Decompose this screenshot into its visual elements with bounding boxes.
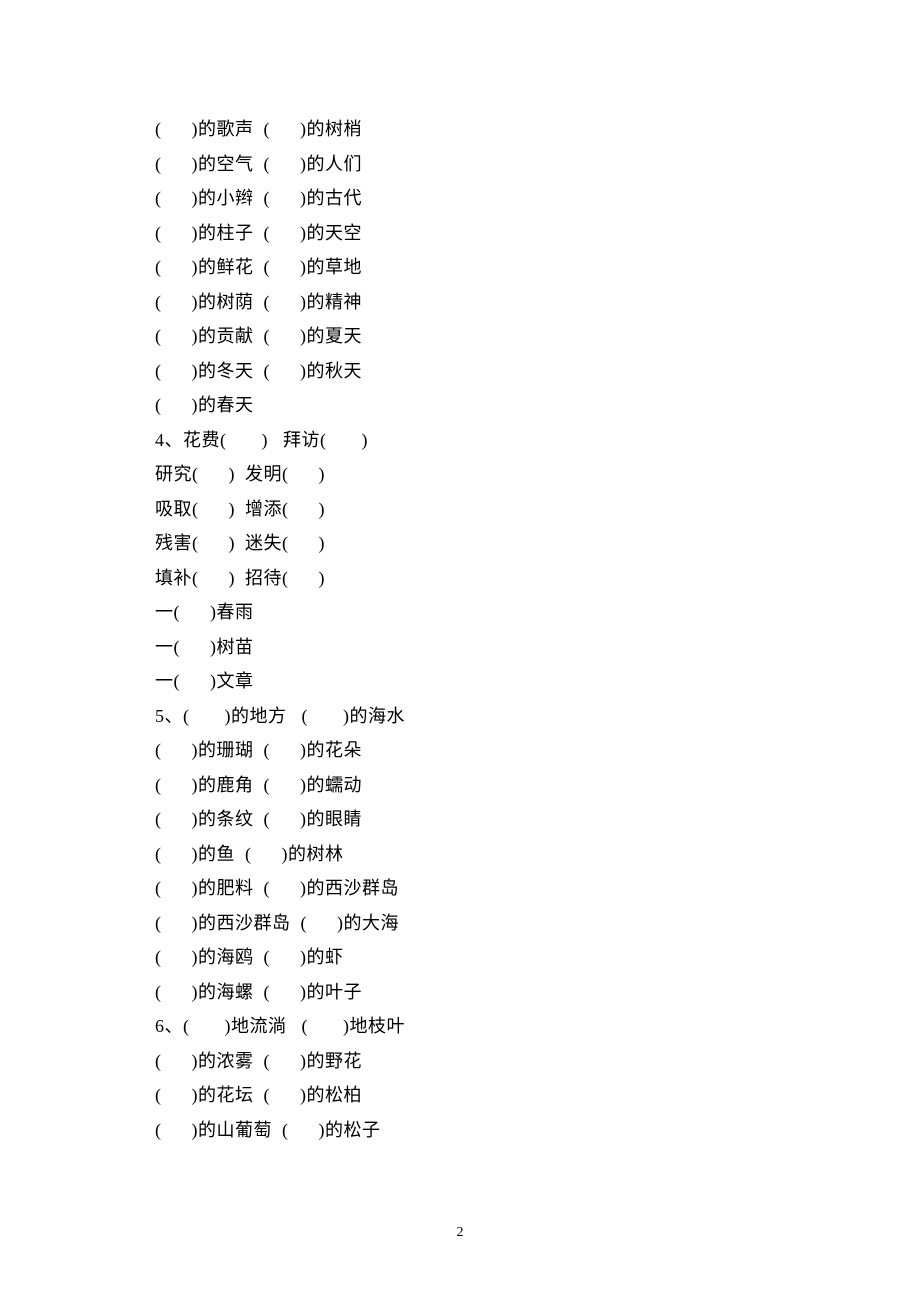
worksheet-content: ( )的歌声 ( )的树梢 ( )的空气 ( )的人们 ( )的小辫 ( )的古… [155,120,765,1155]
exercise-line: ( )的贡献 ( )的夏天 [155,327,765,345]
exercise-line: ( )的柱子 ( )的天空 [155,224,765,242]
page-number: 2 [0,1226,920,1240]
exercise-line: 残害( ) 迷失( ) [155,534,765,552]
exercise-line: ( )的珊瑚 ( )的花朵 [155,741,765,759]
exercise-line: ( )的春天 [155,396,765,414]
exercise-line: 6、( )地流淌 ( )地枝叶 [155,1017,765,1035]
exercise-line: ( )的西沙群岛 ( )的大海 [155,914,765,932]
exercise-line: 一( )树苗 [155,638,765,656]
exercise-line: ( )的海螺 ( )的叶子 [155,983,765,1001]
exercise-line: 研究( ) 发明( ) [155,465,765,483]
exercise-line: ( )的海鸥 ( )的虾 [155,948,765,966]
exercise-line: ( )的浓雾 ( )的野花 [155,1052,765,1070]
exercise-line: ( )的冬天 ( )的秋天 [155,362,765,380]
exercise-line: ( )的小辫 ( )的古代 [155,189,765,207]
exercise-line: ( )的条纹 ( )的眼睛 [155,810,765,828]
exercise-line: ( )的歌声 ( )的树梢 [155,120,765,138]
exercise-line: ( )的鱼 ( )的树林 [155,845,765,863]
exercise-line: 一( )文章 [155,672,765,690]
exercise-line: 一( )春雨 [155,603,765,621]
page: ( )的歌声 ( )的树梢 ( )的空气 ( )的人们 ( )的小辫 ( )的古… [0,0,920,1302]
exercise-line: ( )的肥料 ( )的西沙群岛 [155,879,765,897]
exercise-line: ( )的树荫 ( )的精神 [155,293,765,311]
exercise-line: 4、花费( ) 拜访( ) [155,431,765,449]
exercise-line: 吸取( ) 增添( ) [155,500,765,518]
exercise-line: ( )的空气 ( )的人们 [155,155,765,173]
exercise-line: ( )的山葡萄 ( )的松子 [155,1121,765,1139]
exercise-line: ( )的花坛 ( )的松柏 [155,1086,765,1104]
exercise-line: 5、( )的地方 ( )的海水 [155,707,765,725]
exercise-line: ( )的鲜花 ( )的草地 [155,258,765,276]
exercise-line: ( )的鹿角 ( )的蠕动 [155,776,765,794]
exercise-line: 填补( ) 招待( ) [155,569,765,587]
